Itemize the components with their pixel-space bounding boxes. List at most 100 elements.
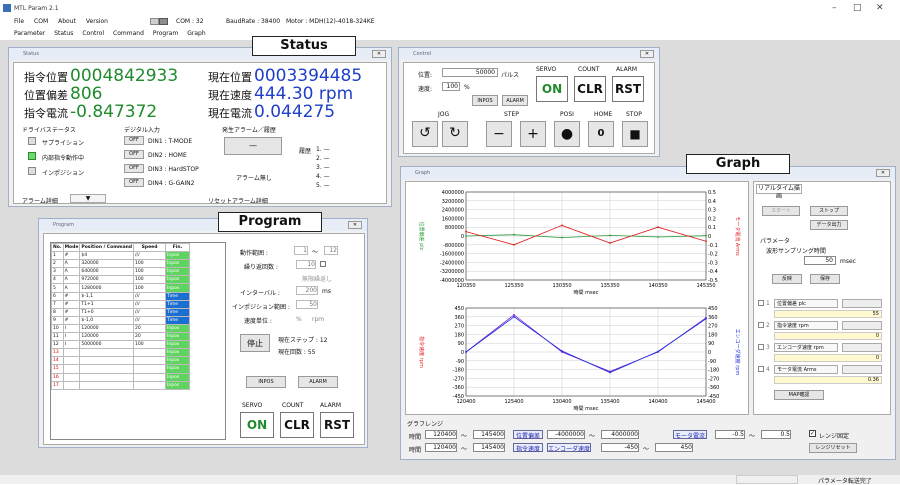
jog-ccw-button[interactable]: ↺ xyxy=(412,121,438,147)
alarm-detail-dropdown[interactable]: ▼ xyxy=(70,194,106,203)
channel-checkbox[interactable] xyxy=(758,322,764,328)
cell-speed[interactable]: /// xyxy=(133,315,167,325)
jog-cw-button[interactable]: ↻ xyxy=(442,121,468,147)
menu-command[interactable]: Command xyxy=(113,30,144,37)
cell-speed[interactable]: /// xyxy=(133,307,167,317)
cell-speed[interactable]: /// xyxy=(133,299,167,309)
table-row[interactable]: 16 Inpos xyxy=(51,372,191,382)
loop-checkbox[interactable] xyxy=(320,261,326,267)
channel-checkbox[interactable] xyxy=(758,300,764,306)
cell-fin[interactable]: Inpos xyxy=(165,251,191,261)
cell-mode[interactable] xyxy=(62,356,81,366)
cell-fin[interactable]: Time xyxy=(165,291,191,301)
range-from[interactable]: 1 xyxy=(294,246,308,255)
servo-on-button[interactable]: ON xyxy=(240,412,274,438)
cell-fin[interactable]: Inpos xyxy=(165,323,191,334)
cell-mode[interactable]: # xyxy=(62,299,81,309)
cell-speed[interactable]: 100 xyxy=(133,340,167,350)
mc-to[interactable]: 0.5 xyxy=(761,430,791,439)
inpos-button[interactable]: INPOS xyxy=(472,95,498,106)
export-button[interactable]: データ出力 xyxy=(810,220,848,230)
cell-fin[interactable]: Inpos xyxy=(165,340,191,350)
step-minus-button[interactable]: − xyxy=(486,121,512,147)
cell-fin[interactable]: Inpos xyxy=(165,275,191,285)
mc-from[interactable]: -0.5 xyxy=(715,430,745,439)
pos-dev-from[interactable]: -4000000 xyxy=(547,430,585,439)
speed-unit-rpm[interactable]: rpm xyxy=(312,316,324,323)
menu-file[interactable]: File xyxy=(14,18,24,25)
cell-position[interactable] xyxy=(79,348,135,358)
table-row[interactable]: 1 # $4///Inpos xyxy=(51,251,191,261)
tab-realtime[interactable]: リアルタイム描画 xyxy=(756,184,802,200)
cell-position[interactable] xyxy=(79,380,135,390)
cell-fin[interactable]: Inpos xyxy=(165,283,191,293)
cell-position[interactable]: T1+0 xyxy=(79,307,135,317)
alarm-button[interactable]: — xyxy=(224,137,282,155)
cell-position[interactable]: T1+1 xyxy=(79,299,135,309)
cell-position[interactable]: $4 xyxy=(79,251,135,261)
menu-version[interactable]: Version xyxy=(86,18,108,25)
channel-checkbox[interactable] xyxy=(758,366,764,372)
menu-control[interactable]: Control xyxy=(82,30,104,37)
menu-com[interactable]: COM xyxy=(34,18,48,25)
cell-position[interactable] xyxy=(79,372,135,382)
menu-about[interactable]: About xyxy=(58,18,76,25)
cell-position[interactable] xyxy=(79,364,135,374)
cell-fin[interactable]: Inpos xyxy=(165,356,191,366)
cell-mode[interactable]: A xyxy=(62,283,81,293)
interval-input[interactable]: 200 xyxy=(296,286,318,295)
cell-mode[interactable]: A xyxy=(62,267,81,277)
cell-speed[interactable]: 100 xyxy=(133,267,167,277)
cell-mode[interactable]: # xyxy=(62,307,81,317)
cell-speed[interactable]: /// xyxy=(133,291,167,301)
cell-mode[interactable] xyxy=(62,372,81,382)
table-row[interactable]: 17 Inpos xyxy=(51,380,191,390)
table-row[interactable]: 15 Inpos xyxy=(51,364,191,374)
minimize-icon[interactable]: – xyxy=(832,3,837,13)
position-input[interactable]: 50000 xyxy=(442,68,498,77)
cell-mode[interactable]: A xyxy=(62,275,81,285)
count-clr-button[interactable]: CLR xyxy=(574,76,606,102)
cell-speed[interactable] xyxy=(133,372,167,382)
cell-speed[interactable]: 100 xyxy=(133,259,167,269)
cell-speed[interactable]: 100 xyxy=(133,283,167,293)
table-row[interactable]: 11 I 120000 20 Inpos xyxy=(51,332,191,342)
cell-fin[interactable]: Inpos xyxy=(165,364,191,374)
cell-fin[interactable]: Inpos xyxy=(165,380,191,390)
time-from-1[interactable]: 120400 xyxy=(425,430,457,439)
cell-speed[interactable]: /// xyxy=(133,251,167,261)
time-to-1[interactable]: 145400 xyxy=(473,430,505,439)
cell-fin[interactable]: Inpos xyxy=(165,348,191,358)
alarm-button[interactable]: ALARM xyxy=(298,376,338,388)
cell-mode[interactable]: # xyxy=(62,291,81,301)
menu-graph[interactable]: Graph xyxy=(187,30,205,37)
time-to-2[interactable]: 145400 xyxy=(473,443,505,452)
servo-on-button[interactable]: ON xyxy=(536,76,568,102)
inpos-range-input[interactable]: 50 xyxy=(296,300,318,309)
save-button[interactable]: 保存 xyxy=(810,274,840,284)
cell-fin[interactable]: Time xyxy=(165,307,191,317)
table-row[interactable]: 9 # $-1,0///Time xyxy=(51,315,191,325)
stop-button[interactable]: ストップ xyxy=(810,206,848,216)
cell-mode[interactable]: A xyxy=(62,259,81,269)
pos-dev-to[interactable]: 4000000 xyxy=(601,430,639,439)
cell-position[interactable]: $-1,0 xyxy=(79,315,135,325)
cell-speed[interactable]: 20 xyxy=(133,332,167,342)
loop-input[interactable]: 10 xyxy=(296,260,316,269)
table-row[interactable]: 10 I 120000 20 Inpos xyxy=(51,323,191,334)
table-row[interactable]: 7 # T1+1///Time xyxy=(51,299,191,309)
table-row[interactable]: 6 # $-1,1///Time xyxy=(51,291,191,301)
close-icon[interactable]: ✕ xyxy=(372,50,386,58)
inpos-button[interactable]: INPOS xyxy=(246,376,286,388)
cell-position[interactable]: 120000 xyxy=(79,323,135,334)
stop-program-button[interactable]: 停止 xyxy=(240,334,270,352)
count-clr-button[interactable]: CLR xyxy=(280,412,314,438)
channel-select[interactable]: エンコーダ速度 rpm xyxy=(774,343,838,352)
cell-position[interactable]: 1280000 xyxy=(79,283,135,293)
table-row[interactable]: 3 A 640000 100 Inpos xyxy=(51,267,191,277)
channel-checkbox[interactable] xyxy=(758,344,764,350)
cell-mode[interactable] xyxy=(62,364,81,374)
cell-mode[interactable] xyxy=(62,380,81,390)
table-row[interactable]: 8 # T1+0///Time xyxy=(51,307,191,317)
close-icon[interactable]: ✕ xyxy=(876,169,890,177)
